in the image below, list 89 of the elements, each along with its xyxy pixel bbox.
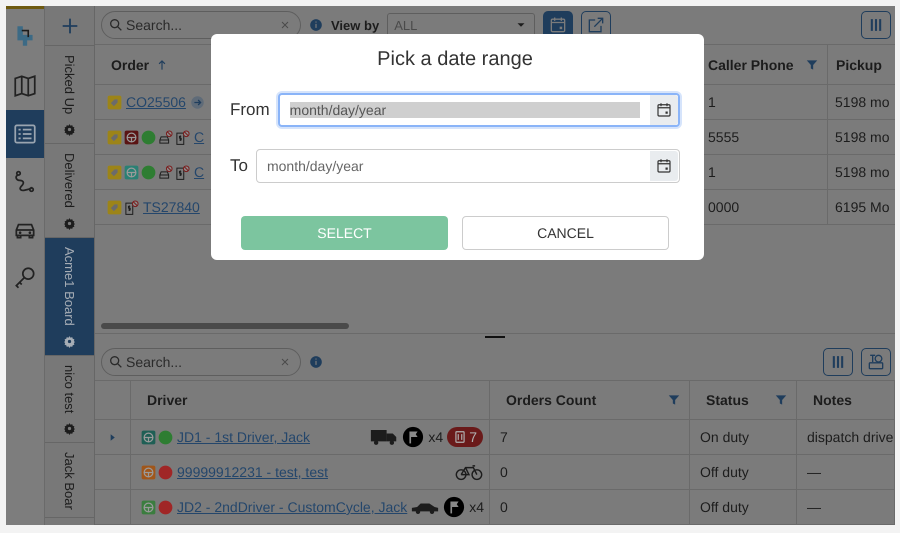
driver-link[interactable]: 99999912231 - test, test — [177, 464, 328, 480]
tab-label: Acme1 Board — [62, 247, 77, 326]
column-header[interactable]: Pickup — [836, 56, 882, 72]
driver-link[interactable]: JD1 - 1st Driver, Jack — [177, 429, 310, 445]
record-link[interactable]: TS27840 — [143, 199, 200, 215]
tag-icon — [107, 130, 122, 144]
printer-icon — [866, 352, 886, 372]
map-icon[interactable] — [12, 73, 38, 99]
table-cell: 1 — [708, 164, 716, 180]
record-link[interactable]: C — [194, 164, 204, 180]
table-cell: dispatch drive — [807, 429, 894, 445]
filter-icon[interactable] — [667, 393, 681, 407]
arrow-circle-icon[interactable] — [190, 94, 205, 110]
invoice-blocked-icon — [175, 130, 190, 144]
filter-icon[interactable] — [774, 393, 788, 407]
board-tab[interactable]: Picked Up — [45, 46, 94, 144]
splitter-handle[interactable] — [485, 336, 505, 338]
board-tab[interactable]: Jack Boar — [45, 443, 94, 518]
calendar-icon — [548, 15, 568, 35]
invoice-blocked-icon — [124, 200, 139, 214]
invoice-blocked-icon — [175, 164, 190, 180]
table-cell: 0 — [500, 464, 508, 480]
tag-icon — [107, 200, 122, 214]
print-button[interactable] — [861, 348, 891, 376]
tab-label: Delivered — [62, 153, 77, 208]
tab-label: nico test — [62, 364, 77, 414]
table-cell: 5198 mo — [835, 129, 890, 145]
record-link[interactable]: C — [194, 129, 204, 145]
settings-icon[interactable] — [63, 123, 76, 136]
table-cell: 6195 Mo — [835, 199, 890, 215]
driver-link[interactable]: JD2 - 2ndDriver - CustomCycle, Jack — [177, 499, 408, 515]
info-icon — [309, 18, 323, 32]
calendar-button[interactable] — [650, 151, 678, 181]
board-tab[interactable]: nico test — [45, 356, 94, 444]
scrollbar-thumb[interactable] — [101, 323, 349, 329]
settings-icon[interactable] — [63, 334, 76, 348]
board-tab[interactable]: Acme1 Board — [45, 238, 94, 356]
settings-icon[interactable] — [63, 217, 76, 230]
column-header[interactable]: Status — [706, 392, 749, 408]
column-header[interactable]: Order — [111, 56, 150, 72]
column-header[interactable]: Caller Phone — [708, 56, 794, 72]
search-icon — [108, 354, 124, 370]
columns-button[interactable] — [823, 348, 853, 376]
board-icon — [453, 430, 468, 444]
column-header[interactable]: Notes — [813, 392, 852, 408]
external-link-icon — [586, 15, 606, 35]
clear-icon[interactable] — [279, 19, 291, 31]
tag-icon — [107, 94, 122, 110]
search-field[interactable]: Search... — [101, 11, 301, 39]
count-label: x4 — [428, 429, 444, 445]
table-cell: On duty — [700, 429, 750, 445]
record-link[interactable]: CO25506 — [126, 94, 186, 110]
columns-button[interactable] — [861, 11, 891, 39]
table-cell: 7 — [500, 429, 508, 445]
date-field[interactable]: month/day/year — [256, 149, 680, 183]
date-field[interactable]: month/day/year — [278, 93, 680, 127]
table-cell: 0000 — [708, 199, 740, 215]
table-cell: 5198 mo — [835, 164, 890, 180]
search-icon — [108, 17, 124, 33]
table-cell: 5555 — [708, 129, 740, 145]
tab-label: Jack Boar — [62, 452, 77, 510]
calendar-button[interactable] — [650, 95, 678, 125]
field-label: To — [230, 156, 248, 176]
tab-label: Picked Up — [62, 55, 77, 114]
tag-icon — [107, 164, 122, 180]
table-cell: 1 — [708, 94, 716, 110]
filter-icon[interactable] — [805, 58, 819, 72]
search-field[interactable]: Search... — [101, 348, 301, 376]
table-cell: Off duty — [700, 464, 749, 480]
table-cell: — — [807, 499, 821, 515]
count-label: x4 — [469, 499, 484, 515]
table-cell: — — [807, 464, 821, 480]
info-icon — [309, 354, 323, 368]
column-header[interactable]: Orders Count — [506, 392, 596, 408]
calendar-icon — [655, 101, 673, 119]
clear-icon[interactable] — [279, 356, 291, 368]
view-by-label: View by — [331, 18, 380, 32]
table-cell: 0 — [500, 499, 508, 515]
badge-count: 7 — [469, 429, 477, 445]
table-cell: Off duty — [700, 499, 749, 515]
field-label: From — [230, 100, 270, 120]
dialog-title: Pick a date range — [376, 47, 534, 72]
calendar-icon — [655, 157, 673, 175]
column-header[interactable]: Driver — [147, 392, 188, 408]
car-blocked-icon — [158, 164, 173, 180]
car-blocked-icon — [158, 130, 173, 144]
settings-icon[interactable] — [63, 422, 76, 436]
table-cell: 5198 mo — [835, 94, 890, 110]
cancel-button[interactable]: CANCEL — [462, 216, 669, 250]
